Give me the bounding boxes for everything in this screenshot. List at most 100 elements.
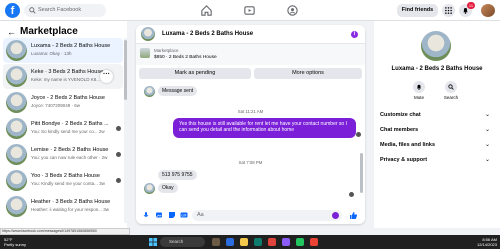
chat-header: Luxama - 2 Beds 2 Baths House i	[136, 25, 365, 44]
sender-avatar	[144, 86, 155, 97]
more-options-button[interactable]: More options	[254, 68, 362, 79]
windows-taskbar: 52°F Partly sunny Search 8:56 AM 12/14/2…	[0, 235, 500, 249]
message-thread: Message sent Sat 11:21 AM Yes this house…	[136, 82, 365, 202]
marketplace-label: Marketplace	[154, 48, 179, 53]
edge-icon[interactable]	[254, 238, 262, 246]
weather-widget[interactable]: 52°F Partly sunny	[4, 237, 26, 247]
conversation-item[interactable]: Luxama - 2 Beds 2 Baths House Luxama: Ok…	[3, 38, 123, 63]
conversation-name: Pitit Bondye · 2 Beds 2 Baths ...	[31, 121, 109, 127]
emoji-icon[interactable]	[332, 212, 339, 219]
menu-button[interactable]	[442, 4, 455, 17]
media-files-links-row[interactable]: Media, files and links ⌄	[380, 138, 496, 152]
privacy-support-row[interactable]: Privacy & support ⌄	[380, 153, 496, 167]
listing-thumbnail	[6, 144, 27, 165]
sticker-icon[interactable]	[168, 211, 176, 219]
details-title: Luxama - 2 Beds 2 Baths House	[391, 66, 483, 72]
mute-button[interactable]: Mute	[411, 81, 427, 100]
taskview-icon[interactable]	[212, 238, 220, 246]
sender-avatar	[144, 183, 155, 194]
chat-avatar[interactable]	[141, 27, 155, 41]
profile-avatar[interactable]	[481, 4, 495, 17]
clock-date: 12/14/2023	[476, 242, 497, 247]
bell-icon	[417, 84, 421, 90]
search-box[interactable]: Search Facebook	[24, 4, 106, 17]
seen-avatar	[116, 178, 121, 183]
find-friends-button[interactable]: Find friends	[397, 4, 438, 17]
timestamp: Sat 11:21 AM	[237, 109, 264, 114]
chat-members-row[interactable]: Chat members ⌄	[380, 123, 496, 137]
chevron-down-icon: ⌄	[484, 112, 490, 118]
video-icon[interactable]	[243, 4, 256, 17]
app-icon[interactable]	[282, 238, 290, 246]
seen-avatar	[116, 126, 121, 131]
microphone-icon[interactable]	[142, 211, 150, 219]
scrollbar-thumb[interactable]	[360, 153, 363, 193]
customize-chat-row[interactable]: Customize chat ⌄	[380, 108, 496, 122]
conversation-item[interactable]: Pitit Bondye · 2 Beds 2 Baths ... You: S…	[3, 116, 123, 141]
conversation-name: Joyce - 2 Beds 2 Baths House	[31, 95, 105, 101]
listing-price: $850 · 2 Beds 2 Baths House	[154, 55, 217, 60]
chevron-down-icon: ⌄	[484, 142, 490, 148]
listing-thumbnail	[6, 170, 27, 191]
listing-thumbnail	[6, 92, 27, 113]
row-label: Customize chat	[380, 112, 421, 118]
groups-icon[interactable]	[286, 4, 299, 17]
search-in-chat-button[interactable]: Search	[443, 81, 459, 100]
marketplace-sidebar: ← Marketplace Luxama - 2 Beds 2 Baths Ho…	[0, 21, 127, 228]
app-icon[interactable]	[268, 238, 276, 246]
weather-desc: Partly sunny	[4, 242, 27, 247]
details-avatar[interactable]	[421, 31, 451, 61]
explorer-icon[interactable]	[226, 238, 234, 246]
conversation-preview: Joyce: 7407209049 · 6w	[31, 103, 81, 108]
home-icon[interactable]	[200, 4, 213, 17]
listing-thumbnail	[6, 196, 27, 217]
facebook-logo[interactable]: f	[5, 3, 20, 18]
mark-as-pending-button[interactable]: Mark as pending	[139, 68, 251, 79]
seen-avatar	[116, 152, 121, 157]
listing-thumbnail	[6, 40, 27, 61]
message-composer: GIF Aa	[136, 207, 365, 224]
conversation-preview: Luxama: Okay · 13h	[31, 51, 72, 56]
search-label: Search	[443, 95, 459, 100]
taskbar-search[interactable]: Search	[160, 237, 205, 247]
top-nav: f Search Facebook Find friends 11	[0, 0, 500, 21]
like-icon[interactable]	[349, 211, 358, 220]
row-label: Privacy & support	[380, 157, 428, 163]
chrome-icon[interactable]	[310, 238, 318, 246]
conversation-item[interactable]: Joyce - 2 Beds 2 Baths House Joyce: 7407…	[3, 90, 123, 115]
chevron-down-icon: ⌄	[484, 127, 490, 133]
back-arrow-icon[interactable]: ←	[7, 27, 16, 37]
conversation-preview: Heather: ii waiting for your respon... 3…	[31, 207, 110, 212]
message-bubble: Okay	[158, 183, 178, 193]
chat-scrollbar[interactable]	[360, 85, 363, 203]
app-icon[interactable]	[296, 238, 304, 246]
gif-icon[interactable]: GIF	[180, 211, 188, 219]
svg-text:GIF: GIF	[181, 214, 186, 218]
windows-start-icon[interactable]	[149, 238, 157, 246]
row-label: Media, files and links	[380, 142, 436, 148]
chat-title[interactable]: Luxama - 2 Beds 2 Baths House	[162, 31, 253, 37]
chat-details-panel: Luxama - 2 Beds 2 Baths House Mute Searc…	[374, 21, 500, 228]
folder-icon[interactable]	[240, 238, 248, 246]
info-icon[interactable]: i	[351, 31, 358, 38]
conversation-preview: Keke: my name is YVENOLD K8...	[31, 77, 100, 82]
image-icon[interactable]	[155, 211, 163, 219]
chevron-down-icon: ⌄	[484, 157, 490, 163]
conversation-name: Luxama - 2 Beds 2 Baths House	[31, 43, 111, 49]
listing-summary[interactable]: Marketplace $850 · 2 Beds 2 Baths House	[136, 44, 365, 65]
message-input[interactable]: Aa	[192, 210, 342, 221]
conversation-name: Lemise · 2 Beds 2 Baths House	[31, 147, 109, 153]
status-url: https://www.facebook.com/messages/t/1497…	[0, 228, 130, 235]
timestamp: Sat 7:08 PM	[238, 160, 263, 165]
grid-icon	[445, 7, 452, 14]
sidebar-scrollbar[interactable]	[124, 38, 127, 223]
system-clock[interactable]: 8:56 AM 12/14/2023	[452, 237, 497, 247]
conversation-item[interactable]: Yoo · 3 Beds 2 Baths House You: Kindly s…	[3, 168, 123, 193]
conversation-item[interactable]: Keke · 3 Beds 2 Baths House Keke: my nam…	[3, 64, 123, 89]
more-options-icon[interactable]: ···	[100, 70, 113, 83]
conversation-item[interactable]: Lemise · 2 Beds 2 Baths House You: you c…	[3, 142, 123, 167]
search-icon	[448, 84, 454, 90]
conversation-item[interactable]: Heather · 3 Beds 2 Baths House Heather: …	[3, 194, 123, 219]
scrollbar-thumb[interactable]	[124, 40, 127, 100]
message-bubble-outgoing: Yes this house is still available for re…	[173, 118, 356, 138]
